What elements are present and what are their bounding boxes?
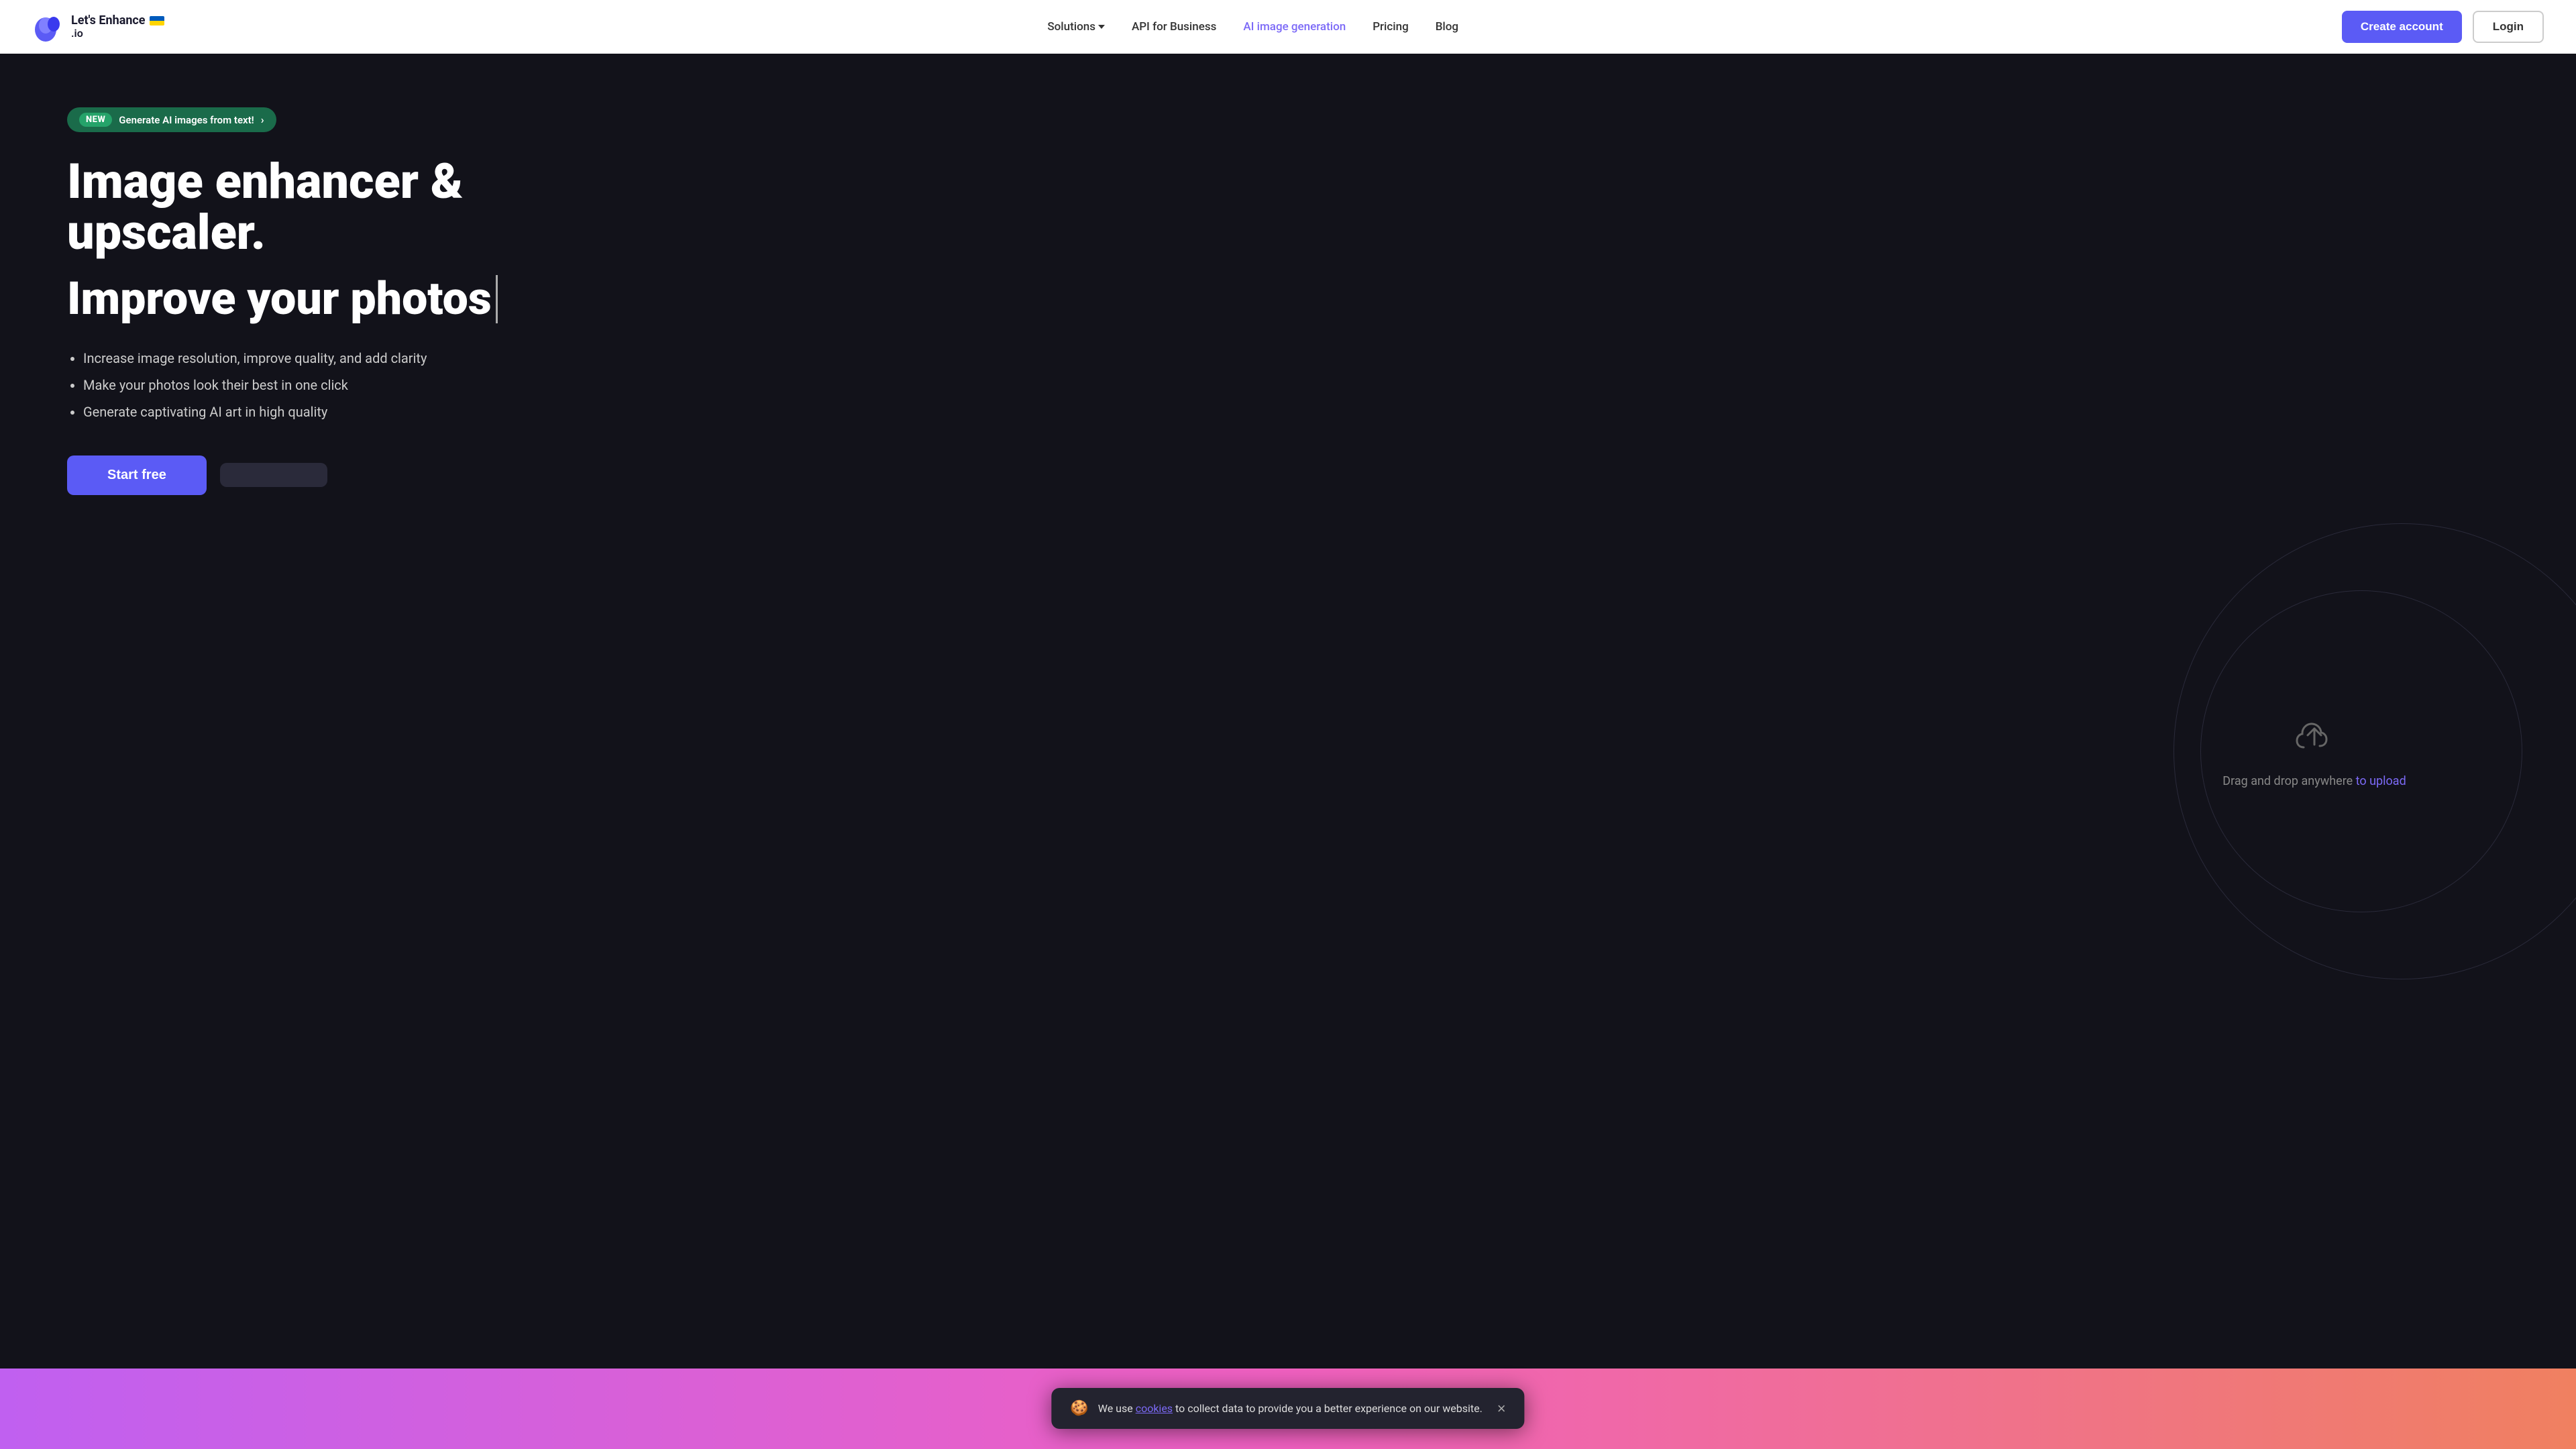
hero-title: Image enhancer & upscaler. (67, 156, 671, 258)
start-free-button[interactable]: Start free (67, 455, 207, 495)
upload-link[interactable]: to upload (2356, 774, 2406, 788)
new-badge[interactable]: NEW Generate AI images from text! › (67, 107, 276, 132)
bullet-3: Generate captivating AI art in high qual… (83, 402, 671, 422)
logo-text: Let's Enhance .io (71, 14, 164, 39)
badge-text: Generate AI images from text! (119, 114, 254, 126)
bullet-1: Increase image resolution, improve quali… (83, 348, 671, 368)
logo-name: Let's Enhance (71, 14, 146, 28)
upload-text: Drag and drop anywhere to upload (2222, 774, 2406, 788)
nav-links: Solutions API for Business AI image gene… (1047, 20, 1458, 34)
hero-content: NEW Generate AI images from text! › Imag… (67, 107, 671, 495)
nav-ai-image[interactable]: AI image generation (1243, 20, 1346, 34)
text-cursor (496, 275, 498, 323)
logo[interactable]: Let's Enhance .io (32, 11, 164, 43)
upload-dropzone[interactable]: Drag and drop anywhere to upload (2187, 624, 2442, 879)
chevron-right-icon: › (261, 113, 264, 126)
cookies-link[interactable]: cookies (1136, 1402, 1173, 1415)
navbar: Let's Enhance .io Solutions API for Busi… (0, 0, 2576, 54)
new-label: NEW (79, 113, 112, 127)
logo-domain: .io (71, 28, 164, 40)
nav-solutions[interactable]: Solutions (1047, 20, 1105, 34)
cookie-text: We use cookies to collect data to provid… (1098, 1402, 1483, 1415)
nav-blog[interactable]: Blog (1436, 20, 1458, 34)
cookie-close-button[interactable]: × (1497, 1401, 1506, 1416)
hero-actions: Start free (67, 455, 671, 495)
hero-bullets: Increase image resolution, improve quali… (67, 348, 671, 422)
login-button[interactable]: Login (2473, 11, 2544, 43)
chevron-down-icon (1098, 25, 1105, 29)
secondary-action-button[interactable] (220, 463, 327, 487)
nav-pricing[interactable]: Pricing (1373, 20, 1409, 34)
upload-icon (2293, 715, 2336, 761)
cookie-banner: 🍪 We use cookies to collect data to prov… (1051, 1388, 1524, 1429)
create-account-button[interactable]: Create account (2342, 11, 2462, 43)
hero-subtitle: Improve your photos (67, 274, 671, 324)
hero-section: NEW Generate AI images from text! › Imag… (0, 54, 2576, 1449)
ukraine-flag-icon (150, 16, 164, 25)
bullet-2: Make your photos look their best in one … (83, 375, 671, 395)
cookie-icon: 🍪 (1070, 1400, 1088, 1417)
nav-actions: Create account Login (2342, 11, 2544, 43)
nav-api-business[interactable]: API for Business (1132, 20, 1216, 34)
